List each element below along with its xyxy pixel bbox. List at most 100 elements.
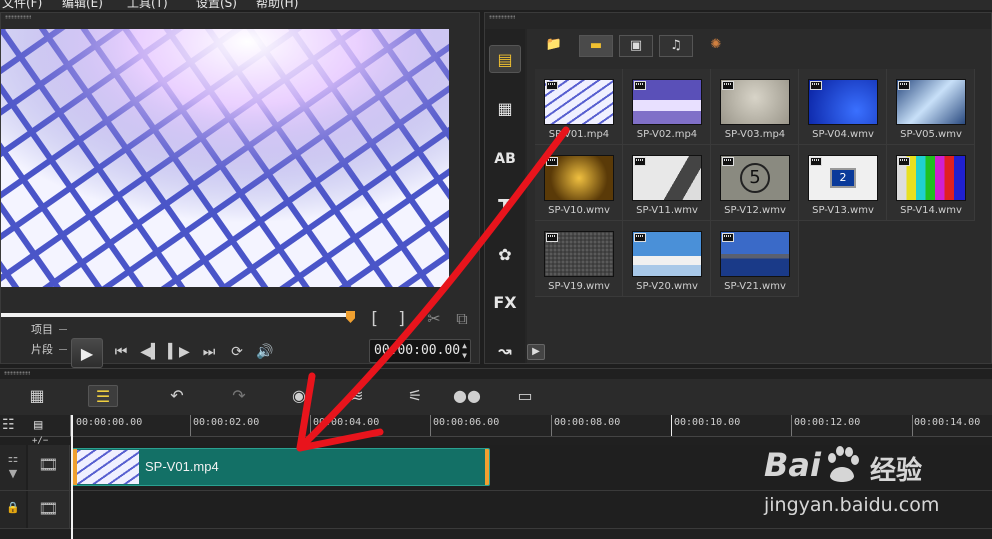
prev-frame-icon[interactable]: ◀▍ — [139, 341, 163, 363]
library-tile[interactable]: SP-V10.wmv — [535, 145, 623, 221]
panel-grip[interactable] — [489, 15, 515, 19]
chapter-icon[interactable]: ▤ — [34, 417, 42, 433]
filter-photo-icon[interactable]: ▣ — [619, 35, 653, 57]
library-tile[interactable]: SP-V21.wmv — [711, 221, 799, 297]
path-icon[interactable]: ↝ — [489, 337, 521, 365]
tile-label: SP-V10.wmv — [548, 205, 610, 216]
ruler-label: 00:00:04.00 — [313, 417, 380, 428]
volume-icon[interactable]: 🔊 — [253, 341, 277, 363]
expand-arrow-icon[interactable]: ▶ — [527, 344, 545, 360]
video-badge-icon — [546, 233, 558, 242]
library-tile[interactable]: SP-V05.wmv — [887, 69, 975, 145]
ruler-tick — [791, 415, 792, 436]
tile-label: SP-V21.wmv — [724, 281, 786, 292]
sound-mixer-icon[interactable]: ≋ — [342, 385, 372, 407]
folder-icon[interactable]: 📁 — [537, 35, 571, 57]
tile-label: SP-V01.mp4 — [548, 129, 610, 140]
repeat-icon[interactable]: ⟳ — [225, 341, 249, 363]
tile-label: SP-V20.wmv — [636, 281, 698, 292]
ripple-icon[interactable]: ⚏ — [0, 451, 26, 465]
overlay-track: 🔒 🎞 — [0, 491, 992, 529]
scrub-handle[interactable] — [346, 311, 355, 323]
storyboard-view-icon[interactable]: ▦ — [22, 385, 52, 407]
subtitle-icon[interactable]: ▭ — [510, 385, 540, 407]
undo-icon[interactable]: ↶ — [162, 385, 192, 407]
home-icon[interactable]: ⏮ — [109, 341, 133, 363]
library-tile[interactable]: SP-V04.wmv — [799, 69, 887, 145]
video-badge-icon — [898, 157, 910, 166]
clip-trim-right[interactable] — [485, 449, 489, 485]
text-icon[interactable]: T — [489, 193, 521, 221]
panel-grip[interactable] — [5, 15, 31, 19]
overlay-track-header[interactable]: 🎞 — [28, 491, 70, 528]
filter-icon[interactable]: FX — [489, 289, 521, 317]
title-icon[interactable]: AB — [489, 145, 521, 173]
play-icon: ▶ — [80, 343, 94, 363]
track-options[interactable]: ⚏ ▼ — [0, 445, 26, 490]
lock-icon[interactable]: 🔒 — [0, 501, 26, 514]
library-tile[interactable]: SP-V03.mp4 — [711, 69, 799, 145]
tile-label: SP-V12.wmv — [724, 205, 786, 216]
ruler-tick — [430, 415, 431, 436]
redo-icon[interactable]: ↷ — [224, 385, 254, 407]
library-tile[interactable]: SP-V11.wmv — [623, 145, 711, 221]
play-button[interactable]: ▶ — [71, 338, 103, 368]
clip-label: SP-V01.mp4 — [145, 459, 219, 474]
tile-label: SP-V03.mp4 — [724, 129, 786, 140]
dropdown-icon[interactable]: ▼ — [0, 467, 26, 480]
ruler-label: 00:00:06.00 — [433, 417, 500, 428]
tile-label: SP-V04.wmv — [812, 129, 874, 140]
ruler-label: 00:00:12.00 — [794, 417, 861, 428]
mode-divider — [59, 329, 67, 330]
timecode-spin-icon[interactable]: ▲ ▼ — [462, 341, 467, 361]
library-sidebar: ▤ ▦ AB T ✿ FX ↝ — [485, 29, 525, 363]
video-badge-icon — [634, 157, 646, 166]
filter-audio-icon[interactable]: ♫ — [659, 35, 693, 57]
ruler-label: 00:00:14.00 — [914, 417, 981, 428]
ruler-label: 00:00:10.00 — [674, 417, 741, 428]
menubar: 文件(F) 编辑(E) 工具(T) 设置(S) 帮助(H) — [0, 0, 992, 10]
clip-trim-left[interactable] — [73, 449, 77, 485]
menu-help[interactable]: 帮助(H) — [256, 0, 298, 10]
menu-file[interactable]: 文件(F) — [2, 0, 42, 10]
mode-clip[interactable]: 片段 — [31, 341, 53, 357]
ruler-label: 00:00:00.00 — [76, 417, 143, 428]
menu-tools[interactable]: 工具(T) — [127, 0, 168, 10]
motion-track-icon[interactable]: ●● — [452, 385, 482, 407]
mark-in-button[interactable]: [ — [369, 309, 379, 329]
menu-settings[interactable]: 设置(S) — [196, 0, 237, 10]
library-tile[interactable]: SP-V20.wmv — [623, 221, 711, 297]
record-icon[interactable]: ◉ — [284, 385, 314, 407]
next-frame-icon[interactable]: ▍▶ — [167, 341, 191, 363]
timecode-field[interactable]: 00:00:00.00 ▲ ▼ — [369, 339, 471, 363]
library-tile[interactable]: 5 SP-V12.wmv — [711, 145, 799, 221]
library-tile[interactable]: 2 SP-V13.wmv — [799, 145, 887, 221]
track-manager-icon[interactable]: ☷ — [2, 417, 15, 433]
timeline-clip[interactable]: SP-V01.mp4 — [72, 448, 490, 486]
playhead[interactable] — [71, 415, 73, 539]
video-badge-icon — [634, 81, 646, 90]
library-tile[interactable]: SP-V14.wmv — [887, 145, 975, 221]
flash-icon[interactable]: ✺ — [699, 35, 733, 57]
mark-out-button[interactable]: ] — [397, 309, 407, 329]
graphic-icon[interactable]: ✿ — [489, 241, 521, 269]
library-tile[interactable]: SP-V01.mp4 — [535, 69, 623, 145]
mode-project[interactable]: 项目 — [31, 321, 53, 337]
library-tile[interactable]: SP-V19.wmv — [535, 221, 623, 297]
track-options[interactable]: 🔒 — [0, 491, 26, 528]
filter-video-icon[interactable]: ▬ — [579, 35, 613, 57]
timeline-view-icon[interactable]: ☰ — [88, 385, 118, 407]
media-icon[interactable]: ▤ — [489, 45, 521, 73]
transition-icon[interactable]: ▦ — [489, 95, 521, 123]
scissors-icon[interactable]: ✂ — [423, 309, 445, 329]
library-tile[interactable]: SP-V02.mp4 — [623, 69, 711, 145]
video-track-header[interactable]: 🎞 — [28, 445, 70, 490]
scrub-bar[interactable] — [1, 313, 351, 317]
timeline-panel: ▦ ☰ ↶ ↷ ◉ ≋ ⚟ ●● ▭ ☷ ▤ 00:00:00.00 00:00… — [0, 368, 992, 539]
menu-edit[interactable]: 编辑(E) — [62, 0, 103, 10]
timeline-ruler[interactable]: ☷ ▤ 00:00:00.00 00:00:02.00 00:00:04.00 … — [0, 415, 992, 437]
copy-icon[interactable]: ⧉ — [451, 309, 473, 329]
end-icon[interactable]: ⏭ — [197, 341, 221, 363]
panel-grip[interactable] — [4, 371, 30, 375]
auto-music-icon[interactable]: ⚟ — [400, 385, 430, 407]
